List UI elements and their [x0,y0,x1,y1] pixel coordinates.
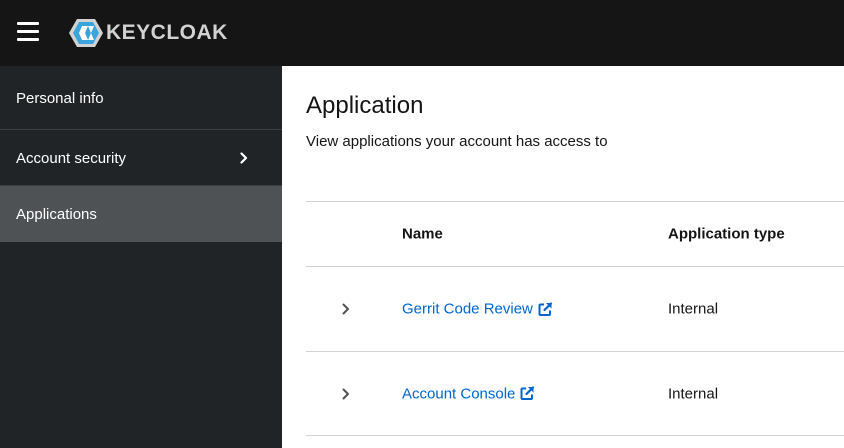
sidebar-item-label: Account security [16,149,127,167]
column-header-application-type: Application type [668,225,785,243]
row-expand-toggle[interactable] [340,302,352,316]
sidebar-item-applications[interactable]: Applications [0,186,282,242]
app-link-account-console[interactable]: Account Console [402,385,535,402]
table-row: Account Console Internal [306,351,844,436]
sidebar-item-label: Applications [16,205,97,223]
app-link-gerrit-code-review[interactable]: Gerrit Code Review [402,301,553,318]
app-link-label: Gerrit Code Review [402,300,533,318]
sidebar-item-personal-info[interactable]: Personal info [0,66,282,130]
hamburger-menu-icon[interactable] [17,22,39,41]
column-header-name: Name [402,225,443,243]
main-content: Application View applications your accou… [282,66,844,448]
chevron-right-icon [342,388,349,399]
page-title: Application [306,92,424,119]
brand-logo[interactable]: KEYCLOAK [68,17,228,49]
table-header-row: Name Application type [306,201,844,266]
applications-table: Name Application type Gerrit Code Review [306,201,844,436]
masthead: KEYCLOAK [0,0,844,66]
app-name-cell: Account Console [402,385,535,402]
external-link-icon [520,386,535,400]
app-link-label: Account Console [402,385,516,402]
sidebar-nav: Personal info Account security Applicati… [0,66,282,448]
external-link-icon [538,301,552,316]
sidebar-item-account-security[interactable]: Account security [0,130,282,186]
page-description: View applications your account has acces… [306,133,608,150]
brand-name: KEYCLOAK [106,21,228,44]
app-name-cell: Gerrit Code Review [402,301,553,318]
table-row: Gerrit Code Review Internal [306,266,844,351]
row-expand-toggle[interactable] [340,387,352,401]
sidebar-item-label: Personal info [16,89,104,107]
chevron-right-icon [240,152,248,164]
app-type-cell: Internal [668,385,719,402]
keycloak-logo-icon [69,19,103,47]
chevron-right-icon [342,303,349,315]
app-type-cell: Internal [668,300,719,318]
